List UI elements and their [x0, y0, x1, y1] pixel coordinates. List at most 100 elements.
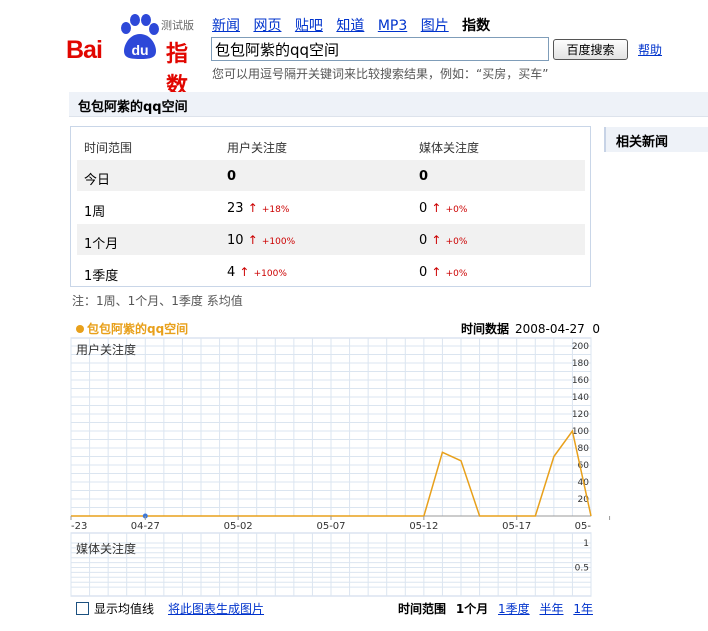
nav-mp3[interactable]: MP3: [378, 18, 407, 34]
stats-row-week: 1周 23 ↑ +18% 0 ↑ +0%: [77, 192, 585, 223]
footer-left: 显示均值线 将此图表生成图片: [76, 600, 264, 617]
up-arrow-icon: ↑: [247, 233, 258, 247]
range-cell: 1个月: [84, 237, 119, 252]
search-hint: 您可以用逗号隔开关键词来比较搜索结果，例如：“买房，买车”: [212, 67, 549, 81]
time-data-date: 2008-04-27: [515, 322, 585, 336]
header-user: 用户关注度: [227, 141, 288, 155]
user-y-tick: 80: [578, 444, 590, 454]
nav-web[interactable]: 网页: [253, 18, 281, 34]
nav-news[interactable]: 新闻: [212, 18, 240, 34]
legend-dot-icon: [76, 325, 84, 333]
stats-row-today: 今日 0 0: [77, 160, 585, 191]
query-title: 包包阿紫的qq空间: [78, 100, 188, 115]
beta-label: 测试版: [161, 19, 194, 32]
legend-label: 包包阿紫的qq空间: [87, 322, 189, 336]
media-change: +0%: [445, 237, 468, 247]
user-y-tick: 100: [572, 427, 589, 437]
nav-index-current: 指数: [462, 18, 491, 34]
header-range: 时间范围: [84, 141, 133, 155]
search-input[interactable]: [211, 37, 549, 61]
up-arrow-icon: ↑: [431, 201, 442, 215]
media-value: 0: [419, 169, 429, 184]
user-x-tick: 05-07: [316, 521, 345, 532]
time-range-label: 时间范围: [398, 602, 447, 616]
media-y-tick: 1: [583, 539, 589, 549]
range-half-year[interactable]: 半年: [540, 602, 564, 616]
user-y-tick: 200: [572, 342, 589, 352]
nav-tieba[interactable]: 贴吧: [295, 18, 323, 34]
user-chart-title: 用户关注度: [76, 343, 137, 357]
related-news-header: 相关新闻: [604, 127, 708, 152]
stats-note: 注：1周、1个月、1季度 系均值: [72, 294, 243, 308]
show-average-checkbox[interactable]: [76, 602, 89, 615]
media-value: 0: [419, 201, 428, 216]
user-value-cell: 23 ↑ +18%: [227, 201, 289, 216]
user-change: +100%: [253, 269, 287, 279]
range-cell: 1周: [84, 205, 106, 220]
user-x-tick: 04-27: [131, 521, 160, 532]
user-value: 10: [227, 233, 244, 248]
logo-text-du: du: [131, 42, 148, 58]
time-data-readout: 时间数据 2008-04-27 0: [461, 320, 600, 337]
user-series-line: [71, 429, 592, 517]
user-plot-frame: [70, 337, 592, 517]
time-data-count: 0: [592, 322, 601, 336]
user-y-tick: 180: [572, 359, 589, 369]
user-x-tick: -23: [71, 521, 87, 532]
stats-table: 时间范围 用户关注度 媒体关注度 今日 0 0 1周 23 ↑ +18% 0 ↑…: [70, 126, 591, 287]
user-x-tick: 05-17: [502, 521, 531, 532]
user-value-cell: 4 ↑ +100%: [227, 265, 287, 280]
media-chart-title: 媒体关注度: [76, 542, 137, 556]
user-y-tick: 120: [572, 410, 589, 420]
help-link[interactable]: 帮助: [638, 41, 662, 58]
user-y-tick: 140: [572, 393, 589, 403]
time-data-label: 时间数据: [461, 322, 510, 336]
media-change: +0%: [445, 269, 468, 279]
user-change: +100%: [261, 237, 296, 247]
search-button[interactable]: 百度搜索: [553, 39, 628, 60]
range-cell: 今日: [84, 173, 111, 188]
up-arrow-icon: ↑: [431, 265, 442, 279]
stats-header-row: 时间范围 用户关注度 媒体关注度: [77, 130, 585, 161]
highlight-point: [142, 513, 148, 519]
paw-icon: du: [121, 14, 159, 59]
stats-row-month: 1个月 10 ↑ +100% 0 ↑ +0%: [77, 224, 585, 255]
query-title-bar: 包包阿紫的qq空间: [69, 92, 708, 117]
show-average-label[interactable]: 显示均值线: [94, 600, 154, 617]
up-arrow-icon: ↑: [239, 265, 250, 279]
media-value-cell: 0 ↑ +0%: [419, 201, 467, 216]
logo-text-product: 指数: [166, 42, 189, 99]
user-value: 4: [227, 265, 236, 280]
nav-images[interactable]: 图片: [421, 18, 449, 34]
user-x-tick: 05-12: [409, 521, 438, 532]
media-plot-frame: [70, 532, 592, 597]
time-range-selector: 时间范围 1个月 1季度 半年 1年: [398, 600, 599, 617]
export-image-link[interactable]: 将此图表生成图片: [168, 600, 264, 617]
header-media: 媒体关注度: [419, 141, 480, 155]
nav-zhidao[interactable]: 知道: [336, 18, 364, 34]
user-y-tick: 160: [572, 376, 589, 386]
user-y-tick: 60: [578, 461, 590, 471]
media-value: 0: [419, 265, 428, 280]
media-value-cell: 0 ↑ +0%: [419, 233, 467, 248]
user-x-tick: 05-02: [224, 521, 253, 532]
user-value: 0: [227, 169, 237, 184]
user-value-cell: 10 ↑ +100%: [227, 233, 295, 248]
logo-text-bai: Bai: [66, 36, 103, 64]
user-y-tick: 40: [578, 478, 590, 488]
range-1-year[interactable]: 1年: [573, 602, 593, 616]
stats-row-quarter: 1季度 4 ↑ +100% 0 ↑ +0%: [77, 256, 585, 287]
user-y-tick: 20: [578, 495, 590, 505]
baidu-index-logo[interactable]: Bai du 测试版 指数: [66, 14, 206, 99]
user-change: +18%: [261, 205, 290, 215]
media-change: +0%: [445, 205, 468, 215]
related-news-title: 相关新闻: [616, 135, 669, 150]
series-legend: 包包阿紫的qq空间: [76, 320, 188, 337]
user-value: 23: [227, 201, 244, 216]
user-x-tick: 05-: [575, 521, 592, 532]
media-y-tick: 0.5: [575, 564, 589, 574]
media-value-cell: 0 ↑ +0%: [419, 265, 467, 280]
range-1-quarter[interactable]: 1季度: [498, 602, 530, 616]
top-nav: 新闻 网页 贴吧 知道 MP3 图片 指数: [212, 15, 499, 35]
media-value: 0: [419, 233, 428, 248]
